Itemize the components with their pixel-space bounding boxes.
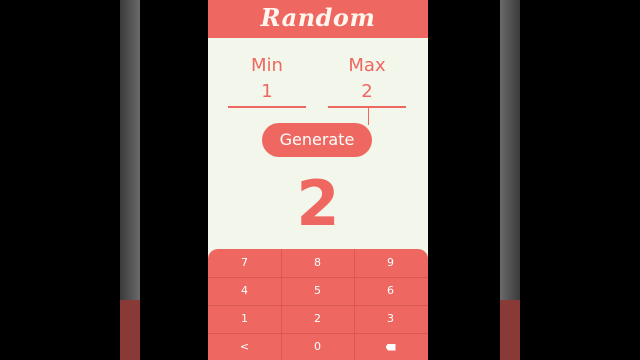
key-6[interactable]: 6 — [354, 277, 427, 305]
key-7[interactable]: 7 — [208, 249, 281, 277]
max-label: Max — [348, 55, 386, 76]
left-blurred-keypad-edge — [120, 300, 140, 360]
app-title: Random — [260, 3, 376, 32]
key-8[interactable]: 8 — [281, 249, 354, 277]
generate-button[interactable]: Generate — [262, 123, 372, 157]
key-3[interactable]: 3 — [354, 305, 427, 333]
right-blurred-keypad-edge — [500, 300, 520, 360]
key-0[interactable]: 0 — [281, 333, 354, 360]
key-9[interactable]: 9 — [354, 249, 427, 277]
key-1[interactable]: 1 — [208, 305, 281, 333]
random-result: 2 — [296, 167, 340, 240]
numeric-keypad: 7 8 9 4 5 6 1 2 3 < 0 — [208, 249, 428, 360]
key-5[interactable]: 5 — [281, 277, 354, 305]
max-value: 2 — [361, 81, 373, 102]
backspace-button[interactable] — [354, 333, 427, 360]
app-header: Random — [208, 0, 428, 38]
min-input[interactable]: 1 — [228, 80, 306, 108]
key-4[interactable]: 4 — [208, 277, 281, 305]
key-2[interactable]: 2 — [281, 305, 354, 333]
max-input[interactable]: 2 — [328, 80, 406, 125]
key-left-arrow[interactable]: < — [208, 333, 281, 360]
text-cursor — [367, 107, 369, 125]
min-label: Min — [251, 55, 283, 76]
min-value: 1 — [261, 81, 273, 102]
random-app-screen: Random Min Max 1 2 Generate 2 7 8 9 4 5 … — [208, 0, 428, 360]
backspace-icon — [385, 343, 396, 351]
